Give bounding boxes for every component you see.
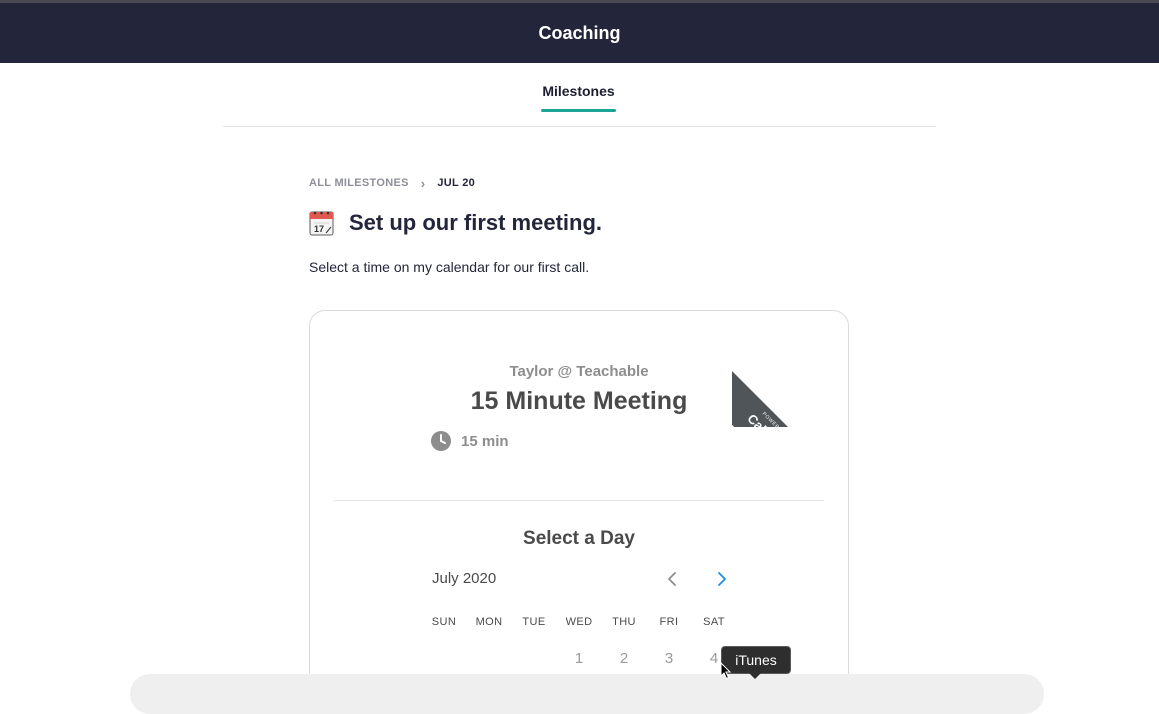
select-day-heading: Select a Day	[523, 528, 635, 549]
section-divider	[334, 500, 824, 501]
breadcrumb-all-milestones[interactable]: ALL MILESTONES	[309, 177, 409, 189]
calendar-day-2[interactable]: 2	[602, 650, 646, 667]
breadcrumb: ALL MILESTONES › JUL 20	[309, 175, 476, 191]
weekday-tue: TUE	[522, 616, 546, 628]
weekday-thu: THU	[612, 616, 636, 628]
bottom-overlay-bar	[130, 674, 1044, 714]
duration-label: 15 min	[461, 432, 509, 450]
svg-text:17: 17	[314, 224, 324, 234]
current-month: July 2020	[432, 570, 497, 587]
breadcrumb-current: JUL 20	[437, 177, 476, 189]
milestone-description: Select a time on my calendar for our fir…	[309, 259, 590, 275]
calendar-day-1[interactable]: 1	[557, 650, 601, 667]
active-tab-indicator	[541, 109, 616, 112]
tooltip-tail	[749, 673, 761, 679]
milestone-title: Set up our first meeting.	[349, 210, 603, 235]
previous-month-button[interactable]	[663, 569, 681, 589]
app-header: Coaching	[0, 3, 1159, 63]
weekday-sat: SAT	[703, 616, 725, 628]
calendar-icon: 17	[309, 211, 334, 236]
tab-bar: Milestones	[223, 63, 936, 127]
header-title: Coaching	[538, 22, 621, 43]
weekday-fri: FRI	[659, 616, 679, 628]
weekday-mon: MON	[475, 616, 503, 628]
next-month-button[interactable]	[713, 569, 731, 589]
meeting-duration: 15 min	[431, 431, 509, 451]
mouse-cursor-icon	[720, 662, 732, 680]
meeting-name: 15 Minute Meeting	[470, 387, 688, 415]
tab-milestones[interactable]: Milestones	[541, 83, 616, 99]
weekday-wed: WED	[565, 616, 593, 628]
clock-icon	[431, 431, 451, 451]
host-name: Taylor @ Teachable	[509, 363, 649, 380]
calendar-day-3[interactable]: 3	[647, 650, 691, 667]
milestone-title-row: 17 Set up our first meeting.	[309, 210, 602, 236]
chevron-right-icon: ›	[420, 175, 426, 191]
weekday-sun: SUN	[431, 616, 457, 628]
